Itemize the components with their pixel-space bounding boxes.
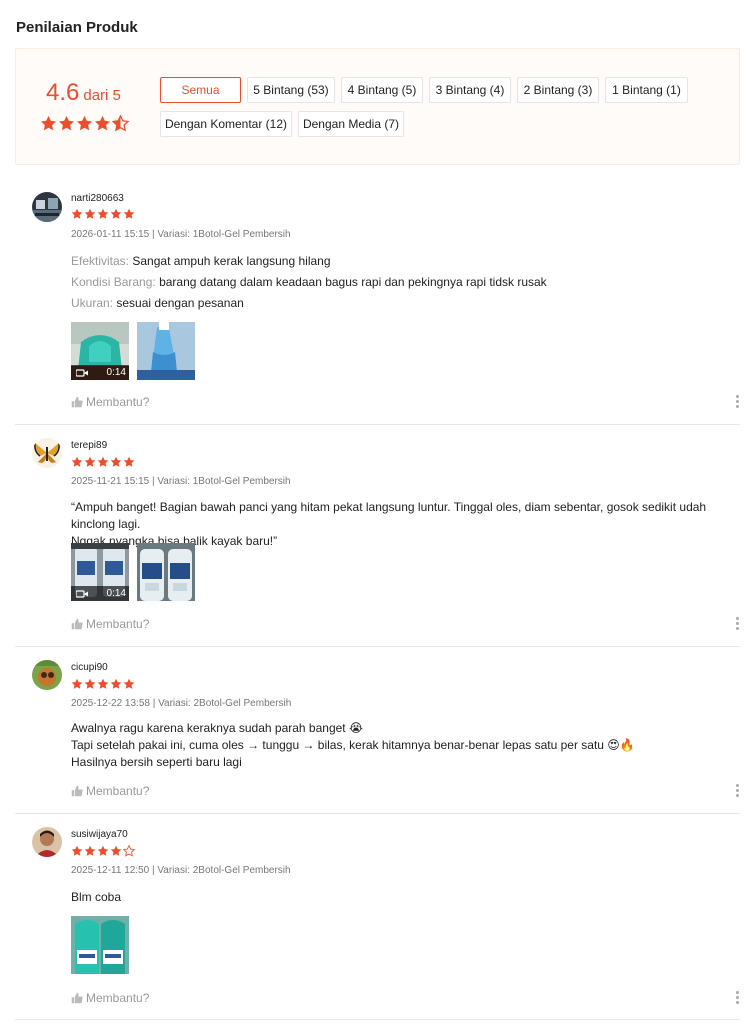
summary-stars — [40, 115, 129, 132]
thumbs-up-icon — [71, 785, 83, 797]
thumbs-up-icon — [71, 992, 83, 1004]
username: susiwijaya70 — [71, 829, 128, 840]
review-stars — [71, 456, 135, 468]
review-photo-thumbnail[interactable] — [137, 322, 195, 380]
video-duration: 0:14 — [106, 367, 126, 378]
star-icon — [110, 845, 122, 857]
video-camera-icon — [76, 589, 88, 598]
star-icon — [71, 845, 83, 857]
filter-all-button[interactable]: Semua — [160, 77, 241, 103]
review-meta: 2025-12-11 12:50 | Variasi: 2Botol-Gel P… — [71, 865, 291, 876]
review-text: Awalnya ragu karena keraknya sudah parah… — [71, 721, 635, 769]
star-icon — [110, 456, 122, 468]
star-icon — [97, 456, 109, 468]
review-meta: 2025-11-21 15:15 | Variasi: 1Botol-Gel P… — [71, 476, 291, 487]
average-score: 4.6 dari 5 — [46, 79, 121, 107]
review-meta: 2026-01-11 15:15 | Variasi: 1Botol-Gel P… — [71, 229, 291, 240]
filter-2-stars-button[interactable]: 2 Bintang (3) — [517, 77, 599, 103]
star-icon — [97, 678, 109, 690]
more-options-icon[interactable] — [734, 784, 740, 797]
more-options-icon[interactable] — [734, 395, 740, 408]
review-stars — [71, 208, 135, 220]
video-camera-icon — [76, 368, 88, 377]
star-icon — [58, 115, 75, 132]
helpful-button[interactable]: Membantu? — [71, 617, 149, 631]
attribute-effectiveness: Efektivitas: Sangat ampuh kerak langsung… — [71, 254, 331, 268]
filter-5-stars-button[interactable]: 5 Bintang (53) — [247, 77, 335, 103]
star-icon — [110, 208, 122, 220]
filter-4-stars-button[interactable]: 4 Bintang (5) — [341, 77, 423, 103]
video-duration-bar: 0:14 — [71, 365, 129, 380]
attribute-condition: Kondisi Barang: barang datang dalam kead… — [71, 275, 547, 289]
username: narti280663 — [71, 193, 124, 204]
star-icon — [123, 678, 135, 690]
rating-summary: 4.6 dari 5 Semua 5 Bintang (53) 4 Bintang… — [15, 48, 740, 165]
review-video-thumbnail[interactable]: 0:14 — [71, 322, 129, 380]
username: cicupi90 — [71, 662, 108, 673]
star-icon — [97, 208, 109, 220]
star-icon — [84, 678, 96, 690]
video-duration-bar: 0:14 — [71, 586, 129, 601]
star-icon — [84, 208, 96, 220]
review-meta: 2025-12-22 13:58 | Variasi: 2Botol-Gel P… — [71, 698, 292, 709]
score-out-of: dari 5 — [83, 87, 121, 104]
star-icon — [71, 208, 83, 220]
review-item: narti280663 2026-01-11 15:15 | Variasi: … — [15, 178, 740, 425]
helpful-button[interactable]: Membantu? — [71, 991, 149, 1005]
helpful-button[interactable]: Membantu? — [71, 784, 149, 798]
star-icon — [40, 115, 57, 132]
page-title: Penilaian Produk — [16, 19, 138, 36]
review-item: susiwijaya70 2025-12-11 12:50 | Variasi:… — [15, 814, 740, 1020]
star-icon — [123, 456, 135, 468]
star-icon — [84, 456, 96, 468]
star-icon — [94, 115, 111, 132]
star-icon — [123, 208, 135, 220]
filter-with-comment-button[interactable]: Dengan Komentar (12) — [160, 111, 292, 137]
review-item: terepi89 2025-11-21 15:15 | Variasi: 1Bo… — [15, 425, 740, 647]
username: terepi89 — [71, 440, 108, 451]
review-stars — [71, 845, 135, 857]
star-icon — [110, 678, 122, 690]
review-text: Blm coba — [71, 890, 122, 904]
avatar[interactable] — [32, 660, 62, 690]
star-icon — [76, 115, 93, 132]
filter-1-star-button[interactable]: 1 Bintang (1) — [605, 77, 688, 103]
attribute-size: Ukuran: sesuai dengan pesanan — [71, 296, 244, 310]
more-options-icon[interactable] — [734, 617, 740, 630]
star-icon — [97, 845, 109, 857]
review-photo-thumbnail[interactable] — [137, 543, 195, 601]
filter-with-media-button[interactable]: Dengan Media (7) — [298, 111, 404, 137]
review-video-thumbnail[interactable]: 0:14 — [71, 543, 129, 601]
video-duration: 0:14 — [106, 588, 126, 599]
more-options-icon[interactable] — [734, 991, 740, 1004]
score-value: 4.6 — [46, 79, 80, 106]
thumbs-up-icon — [71, 618, 83, 630]
star-icon — [71, 678, 83, 690]
helpful-button[interactable]: Membantu? — [71, 395, 149, 409]
review-item: cicupi90 2025-12-22 13:58 | Variasi: 2Bo… — [15, 647, 740, 814]
filter-3-stars-button[interactable]: 3 Bintang (4) — [429, 77, 511, 103]
star-icon — [84, 845, 96, 857]
avatar[interactable] — [32, 827, 62, 857]
thumbs-up-icon — [71, 396, 83, 408]
star-half-icon — [112, 115, 129, 132]
star-empty-icon — [123, 845, 135, 857]
review-stars — [71, 678, 135, 690]
avatar[interactable] — [32, 192, 62, 222]
avatar[interactable] — [32, 438, 62, 468]
star-icon — [71, 456, 83, 468]
review-photo-thumbnail[interactable] — [71, 916, 129, 974]
